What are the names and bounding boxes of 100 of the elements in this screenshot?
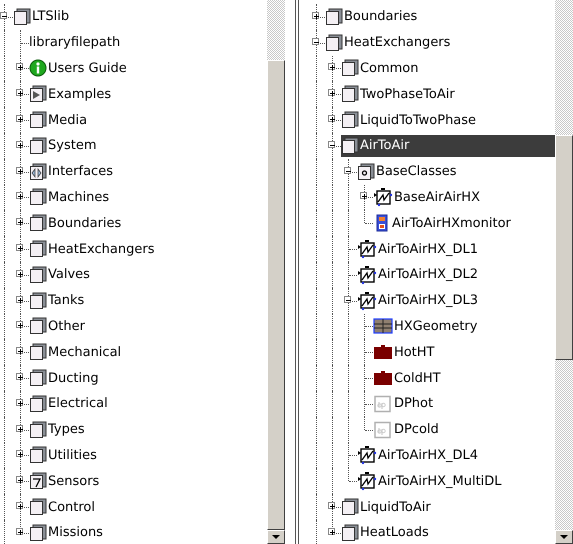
expand-toggle[interactable] (16, 192, 23, 200)
tree-item[interactable]: BaseAirAirHX (372, 186, 483, 208)
tree-item[interactable]: Users Guide (29, 57, 130, 80)
tree-item[interactable]: Other (29, 315, 88, 338)
expand-toggle[interactable] (16, 424, 23, 432)
expand-toggle[interactable] (16, 476, 23, 484)
block-icon (372, 394, 393, 413)
tree-item[interactable]: TwoPhaseToAir (340, 83, 458, 106)
tree-item[interactable]: AirToAirHX_DL4 (356, 444, 482, 466)
tree-item[interactable]: Tanks (29, 290, 88, 312)
tree-item[interactable]: LiquidToTwoPhase (340, 109, 480, 132)
collapse-toggle[interactable] (344, 166, 351, 174)
tree-item[interactable]: HeatExchangers (29, 238, 158, 260)
tree-item[interactable]: Machines (29, 186, 112, 208)
tree-item[interactable]: DPcold (372, 418, 442, 441)
package-icon (29, 446, 47, 464)
package-icon (324, 8, 343, 26)
tree-item[interactable]: BaseClasses (356, 160, 460, 183)
tree-item[interactable]: libraryfilepath (29, 32, 124, 54)
tree-item[interactable]: AirToAirHX_DL2 (356, 264, 482, 286)
tree-item[interactable]: DPhot (372, 392, 436, 415)
down-arrow-icon (560, 534, 568, 540)
info-icon (29, 59, 47, 78)
package-icon (29, 214, 47, 232)
expand-toggle[interactable] (16, 244, 23, 252)
heat-exchanger-icon (356, 445, 377, 466)
tree-item[interactable]: HXGeometry (372, 315, 480, 338)
expand-toggle[interactable] (16, 450, 23, 458)
package-icon (340, 111, 359, 130)
tree-item[interactable]: Utilities (29, 444, 100, 466)
package-icon (340, 136, 359, 155)
tree-item[interactable]: Boundaries (29, 212, 124, 234)
scroll-down-button[interactable] (555, 530, 573, 544)
tree-item[interactable]: HeatLoads (340, 522, 432, 544)
collapse-toggle[interactable] (328, 140, 335, 148)
expand-toggle[interactable] (360, 192, 367, 200)
tree-item[interactable]: Valves (29, 264, 93, 286)
expand-toggle[interactable] (328, 502, 335, 510)
tree-item[interactable]: AirToAirHX_DL1 (356, 238, 482, 260)
package-icon (29, 136, 47, 155)
tree-item[interactable]: Boundaries (324, 6, 420, 28)
scrollbar[interactable] (555, 0, 573, 544)
tree-item[interactable]: ColdHT (372, 367, 444, 390)
tree-item[interactable]: LTSlib (13, 6, 72, 28)
tree-item[interactable]: Sensors (29, 470, 102, 492)
scrollbar-thumb[interactable] (555, 135, 573, 360)
tree-item[interactable]: Types (29, 418, 88, 441)
expand-toggle[interactable] (16, 528, 23, 535)
tree-item[interactable]: System (29, 134, 100, 157)
tree-item[interactable]: AirToAirHXmonitor (372, 212, 514, 234)
tree-item[interactable]: LiquidToAir (340, 496, 434, 518)
expand-toggle[interactable] (16, 296, 23, 303)
expand-toggle[interactable] (312, 12, 319, 19)
package-icon (340, 59, 359, 78)
expand-toggle[interactable] (16, 140, 23, 148)
tree-item[interactable]: Examples (29, 83, 114, 106)
tree-item[interactable]: Media (29, 109, 90, 132)
table-icon (372, 317, 393, 336)
tree-item[interactable]: HeatExchangers (324, 32, 454, 54)
expand-toggle[interactable] (16, 347, 23, 354)
expand-toggle[interactable] (16, 373, 23, 380)
tree-item[interactable]: Interfaces (29, 160, 116, 183)
collapse-toggle[interactable] (0, 12, 7, 19)
expand-toggle[interactable] (16, 166, 23, 174)
tree-item[interactable]: Common (340, 57, 422, 80)
expand-toggle[interactable] (16, 398, 23, 406)
package-icon (340, 498, 359, 516)
tree-item[interactable]: Electrical (29, 392, 111, 415)
expand-toggle[interactable] (328, 63, 335, 70)
heat-exchanger-icon (372, 187, 393, 208)
expand-toggle[interactable] (328, 115, 335, 122)
package-icon (340, 85, 359, 104)
tree-item[interactable]: Missions (29, 522, 106, 544)
collapse-toggle[interactable] (312, 38, 319, 45)
heat-exchanger-icon (356, 471, 377, 492)
expand-toggle[interactable] (16, 63, 23, 70)
tree-item[interactable]: AirToAirHX_MultiDL (356, 470, 505, 492)
expand-toggle[interactable] (16, 321, 23, 328)
package-icon (13, 8, 31, 26)
tree-item[interactable]: HotHT (372, 341, 438, 364)
expand-toggle[interactable] (16, 270, 23, 277)
package-icon (29, 420, 47, 439)
package-icon (340, 524, 359, 542)
tree-item[interactable]: Control (29, 496, 98, 518)
tree-item[interactable]: AirToAir (340, 134, 555, 157)
scroll-down-button[interactable] (266, 530, 285, 544)
expand-toggle[interactable] (16, 89, 23, 96)
package-icon (29, 394, 47, 413)
tree-item[interactable]: Ducting (29, 367, 102, 390)
expand-toggle[interactable] (16, 218, 23, 226)
connector-icon (29, 162, 47, 181)
expand-toggle[interactable] (16, 115, 23, 122)
tree-item[interactable]: Mechanical (29, 341, 124, 364)
tree-item[interactable]: AirToAirHX_DL3 (356, 290, 482, 312)
expand-toggle[interactable] (16, 502, 23, 510)
expand-toggle[interactable] (328, 528, 335, 535)
collapse-toggle[interactable] (344, 296, 351, 303)
package-icon (356, 162, 375, 181)
expand-toggle[interactable] (328, 89, 335, 96)
heat-exchanger-icon (356, 290, 377, 311)
